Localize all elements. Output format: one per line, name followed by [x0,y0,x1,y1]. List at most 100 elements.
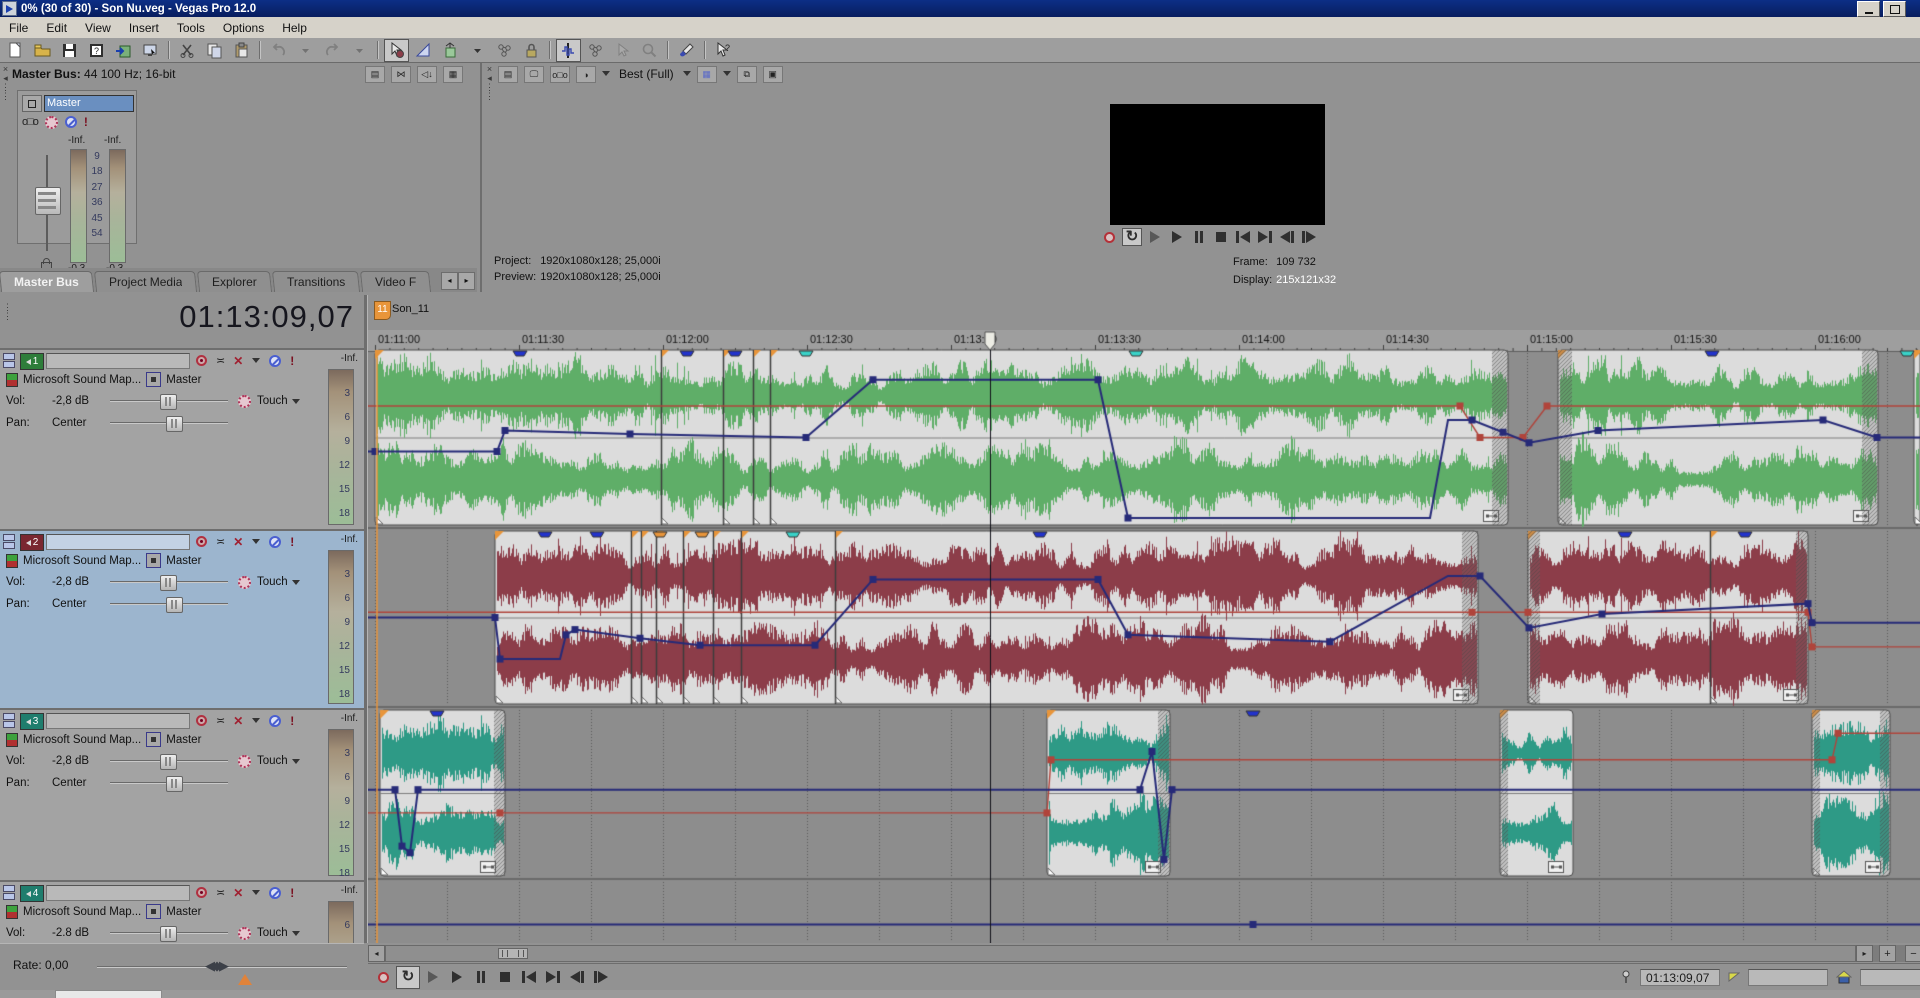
split-screen-view-icon[interactable]: ◑ [576,66,596,83]
loop-playback-button[interactable]: ↻ [1122,228,1142,246]
marker-bar[interactable]: 11 Son_11 [368,295,1920,330]
previous-frame-button[interactable] [566,967,588,988]
pan-value[interactable]: Center [52,777,110,789]
track-icon[interactable]: 2 [20,534,44,551]
mute-icon[interactable] [65,116,77,128]
menu-edit[interactable]: Edit [37,19,76,37]
tab-scroll-right[interactable]: ▸ [458,272,475,290]
tab-master-bus[interactable]: Master Bus [0,271,94,292]
track-device[interactable]: Microsoft Sound Map... [23,374,141,386]
automation-mode[interactable]: Touch [257,576,288,588]
play-from-start-button[interactable] [422,967,444,988]
stop-button[interactable] [1212,229,1230,245]
menu-tools[interactable]: Tools [168,19,214,37]
volume-slider[interactable] [110,926,228,940]
horizontal-scrollbar[interactable]: ◂ ▸ + − [368,945,1920,962]
close-icon[interactable]: ×◂⋮⋮ [0,65,11,101]
volume-slider[interactable] [110,575,228,589]
play-from-start-button[interactable] [1146,229,1164,245]
input-chain-icon[interactable] [6,554,18,568]
overlays-dropdown-icon[interactable] [723,71,731,76]
go-to-end-button[interactable] [542,967,564,988]
mixer-view-icon[interactable]: ▦ [443,66,463,83]
mute-dropdown-icon[interactable] [252,890,260,895]
title-bar[interactable]: 0% (30 of 30) - Son Nu.veg - Vegas Pro 1… [0,0,1920,17]
video-output-fx-icon[interactable]: o□o [550,66,570,83]
track-header-2[interactable]: 2≍✕!-Inf.36912151821Microsoft Sound Map.… [0,529,364,708]
solo-icon[interactable]: ! [290,714,294,728]
track-minimize-icon[interactable] [3,534,16,550]
automation-dropdown-icon[interactable] [292,931,300,936]
record-button[interactable] [372,967,394,988]
volume-slider[interactable] [110,394,228,408]
master-bus-name-field[interactable]: Master [44,95,134,112]
automation-mode-icon[interactable] [238,755,251,768]
scrollbar-zoom-grip[interactable] [498,948,528,959]
bus-assign-icon[interactable] [146,553,161,568]
pan-value[interactable]: Center [52,598,110,610]
input-chain-icon[interactable] [6,905,18,919]
track-name-field[interactable] [46,534,190,550]
menu-help[interactable]: Help [273,19,316,37]
redo-icon[interactable] [320,39,345,62]
automation-mode[interactable]: Touch [257,927,288,939]
paste-icon[interactable] [229,39,254,62]
track-meter[interactable]: 612 [328,901,354,943]
preview-quality-label[interactable]: Best (Full) [619,67,674,83]
track-bus[interactable]: Master [166,555,201,567]
mute-dropdown-icon[interactable] [252,539,260,544]
go-to-start-button[interactable] [1234,229,1252,245]
solo-icon[interactable]: ! [290,354,294,368]
pause-button[interactable] [1190,229,1208,245]
track-icon[interactable]: 1 [20,353,44,370]
play-button[interactable] [1168,229,1186,245]
mute-dropdown-icon[interactable] [252,718,260,723]
device-explorer-icon[interactable] [138,39,163,62]
scroll-left-icon[interactable]: ◂ [368,945,385,962]
minimize-button[interactable] [1857,1,1880,17]
timeline-grip[interactable]: ⋮⋮ [2,303,13,321]
timeline-canvas[interactable] [368,330,1920,943]
copy-snapshot-icon[interactable]: ⧉ [737,66,757,83]
close-icon[interactable]: ×◂⋮⋮ [484,65,495,101]
menu-view[interactable]: View [76,19,120,37]
project-properties-icon[interactable]: ▤ [498,66,518,83]
rate-zero-marker[interactable] [238,974,252,985]
record-button[interactable] [1100,229,1118,245]
split-screen-dropdown-icon[interactable] [602,71,610,76]
enable-snapping-icon[interactable] [556,39,581,62]
external-monitor-icon[interactable]: 🖵 [524,66,544,83]
automation-settings-icon[interactable]: ≍ [216,714,224,727]
track-meter[interactable]: 36912151821 [328,729,354,876]
menu-options[interactable]: Options [214,19,273,37]
automation-dropdown-icon[interactable] [292,399,300,404]
automation-mode[interactable]: Touch [257,755,288,767]
pan-slider[interactable] [110,776,228,790]
whats-this-help-icon[interactable]: ? [711,39,736,62]
track-minimize-icon[interactable] [3,885,16,901]
automation-dropdown-icon[interactable] [292,759,300,764]
import-media-icon[interactable] [111,39,136,62]
volume-value[interactable]: -2,8 dB [52,755,110,767]
save-snapshot-icon[interactable]: ▣ [763,66,783,83]
track-device[interactable]: Microsoft Sound Map... [23,555,141,567]
automation-settings-icon[interactable]: ≍ [216,886,224,899]
zoom-out-icon[interactable]: − [1905,945,1920,962]
selection-length-field[interactable] [1860,969,1920,986]
track-meter[interactable]: 36912151821 [328,550,354,704]
undo-dropdown-icon[interactable] [293,39,318,62]
mute-icon[interactable] [269,887,281,899]
bus-assign-icon[interactable] [146,904,161,919]
play-button[interactable] [446,967,468,988]
paint-tool-icon[interactable] [674,39,699,62]
overlays-grid-icon[interactable]: ▦ [697,66,717,83]
previous-frame-button[interactable] [1278,229,1296,245]
track-minimize-icon[interactable] [3,713,16,729]
loop-playback-button[interactable]: ↻ [396,966,420,989]
undo-icon[interactable] [266,39,291,62]
automation-mute-icon[interactable]: ✕ [233,886,243,900]
zoom-edit-tool-icon[interactable] [492,39,517,62]
automation-mute-icon[interactable]: ✕ [233,535,243,549]
automation-settings-icon[interactable]: ≍ [216,535,224,548]
bus-assign-icon[interactable] [146,372,161,387]
